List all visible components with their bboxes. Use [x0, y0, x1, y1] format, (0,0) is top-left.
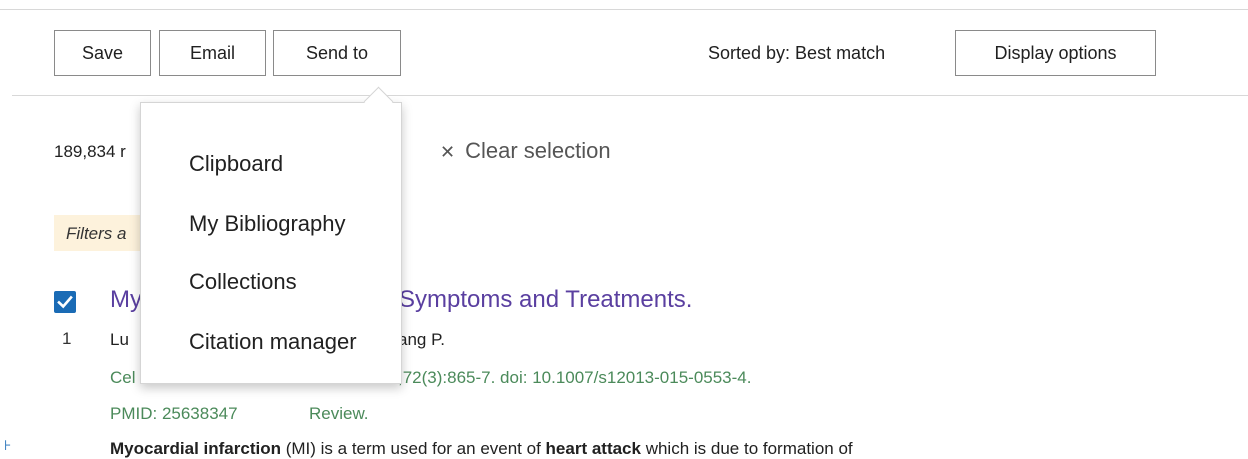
- result-authors: Lu ang P.: [110, 330, 445, 350]
- abstract-text-1: (MI) is a term used for an event of: [280, 439, 546, 458]
- result-citation-left: Cel: [110, 368, 136, 387]
- result-citation-right: ;72(3):865-7. doi: 10.1007/s12013-015-05…: [398, 368, 752, 387]
- result-number: 1: [62, 329, 72, 348]
- abstract-highlight-1: Myocardial infarction: [110, 439, 281, 458]
- send-to-button[interactable]: Send to: [273, 30, 401, 76]
- sort-status: Sorted by: Best match: [708, 43, 886, 63]
- result-review-badge: Review.: [309, 404, 369, 423]
- result-citation: Cel ;72(3):865-7. doi: 10.1007/s12013-01…: [110, 368, 751, 388]
- result-title-link[interactable]: My Symptoms and Treatments.: [110, 286, 692, 314]
- abstract-highlight-2: heart attack: [545, 439, 641, 458]
- display-options-button[interactable]: Display options: [955, 30, 1156, 76]
- menu-item-my-bibliography[interactable]: My Bibliography: [189, 211, 346, 237]
- abstract-text-2: which is due to formation of: [640, 439, 853, 458]
- result-pmid: PMID: 25638347: [110, 404, 238, 423]
- result-title-left: My: [110, 286, 142, 313]
- toolbar-divider: [12, 95, 1248, 96]
- menu-item-citation-manager[interactable]: Citation manager: [189, 329, 357, 355]
- email-button[interactable]: Email: [159, 30, 266, 76]
- close-icon: ✕: [440, 142, 456, 162]
- results-count: 189,834 r: [54, 142, 126, 161]
- checkmark-icon: [57, 295, 73, 309]
- result-checkbox[interactable]: [54, 291, 76, 313]
- clear-selection-label: Clear selection: [465, 138, 611, 163]
- scroll-marker-icon: ⊦: [4, 437, 12, 453]
- clear-selection-link[interactable]: ✕ Clear selection: [440, 138, 611, 164]
- save-button[interactable]: Save: [54, 30, 151, 76]
- result-authors-right: ang P.: [398, 330, 445, 349]
- menu-item-clipboard[interactable]: Clipboard: [189, 151, 283, 177]
- result-title-right: Symptoms and Treatments.: [399, 286, 693, 313]
- send-to-dropdown: Clipboard My Bibliography Collections Ci…: [140, 102, 402, 384]
- menu-item-collections[interactable]: Collections: [189, 269, 297, 295]
- top-divider: [0, 9, 1248, 10]
- result-abstract-snippet: Myocardial infarction (MI) is a term use…: [110, 439, 853, 459]
- filters-banner: Filters a: [54, 215, 149, 251]
- result-authors-left: Lu: [110, 330, 129, 349]
